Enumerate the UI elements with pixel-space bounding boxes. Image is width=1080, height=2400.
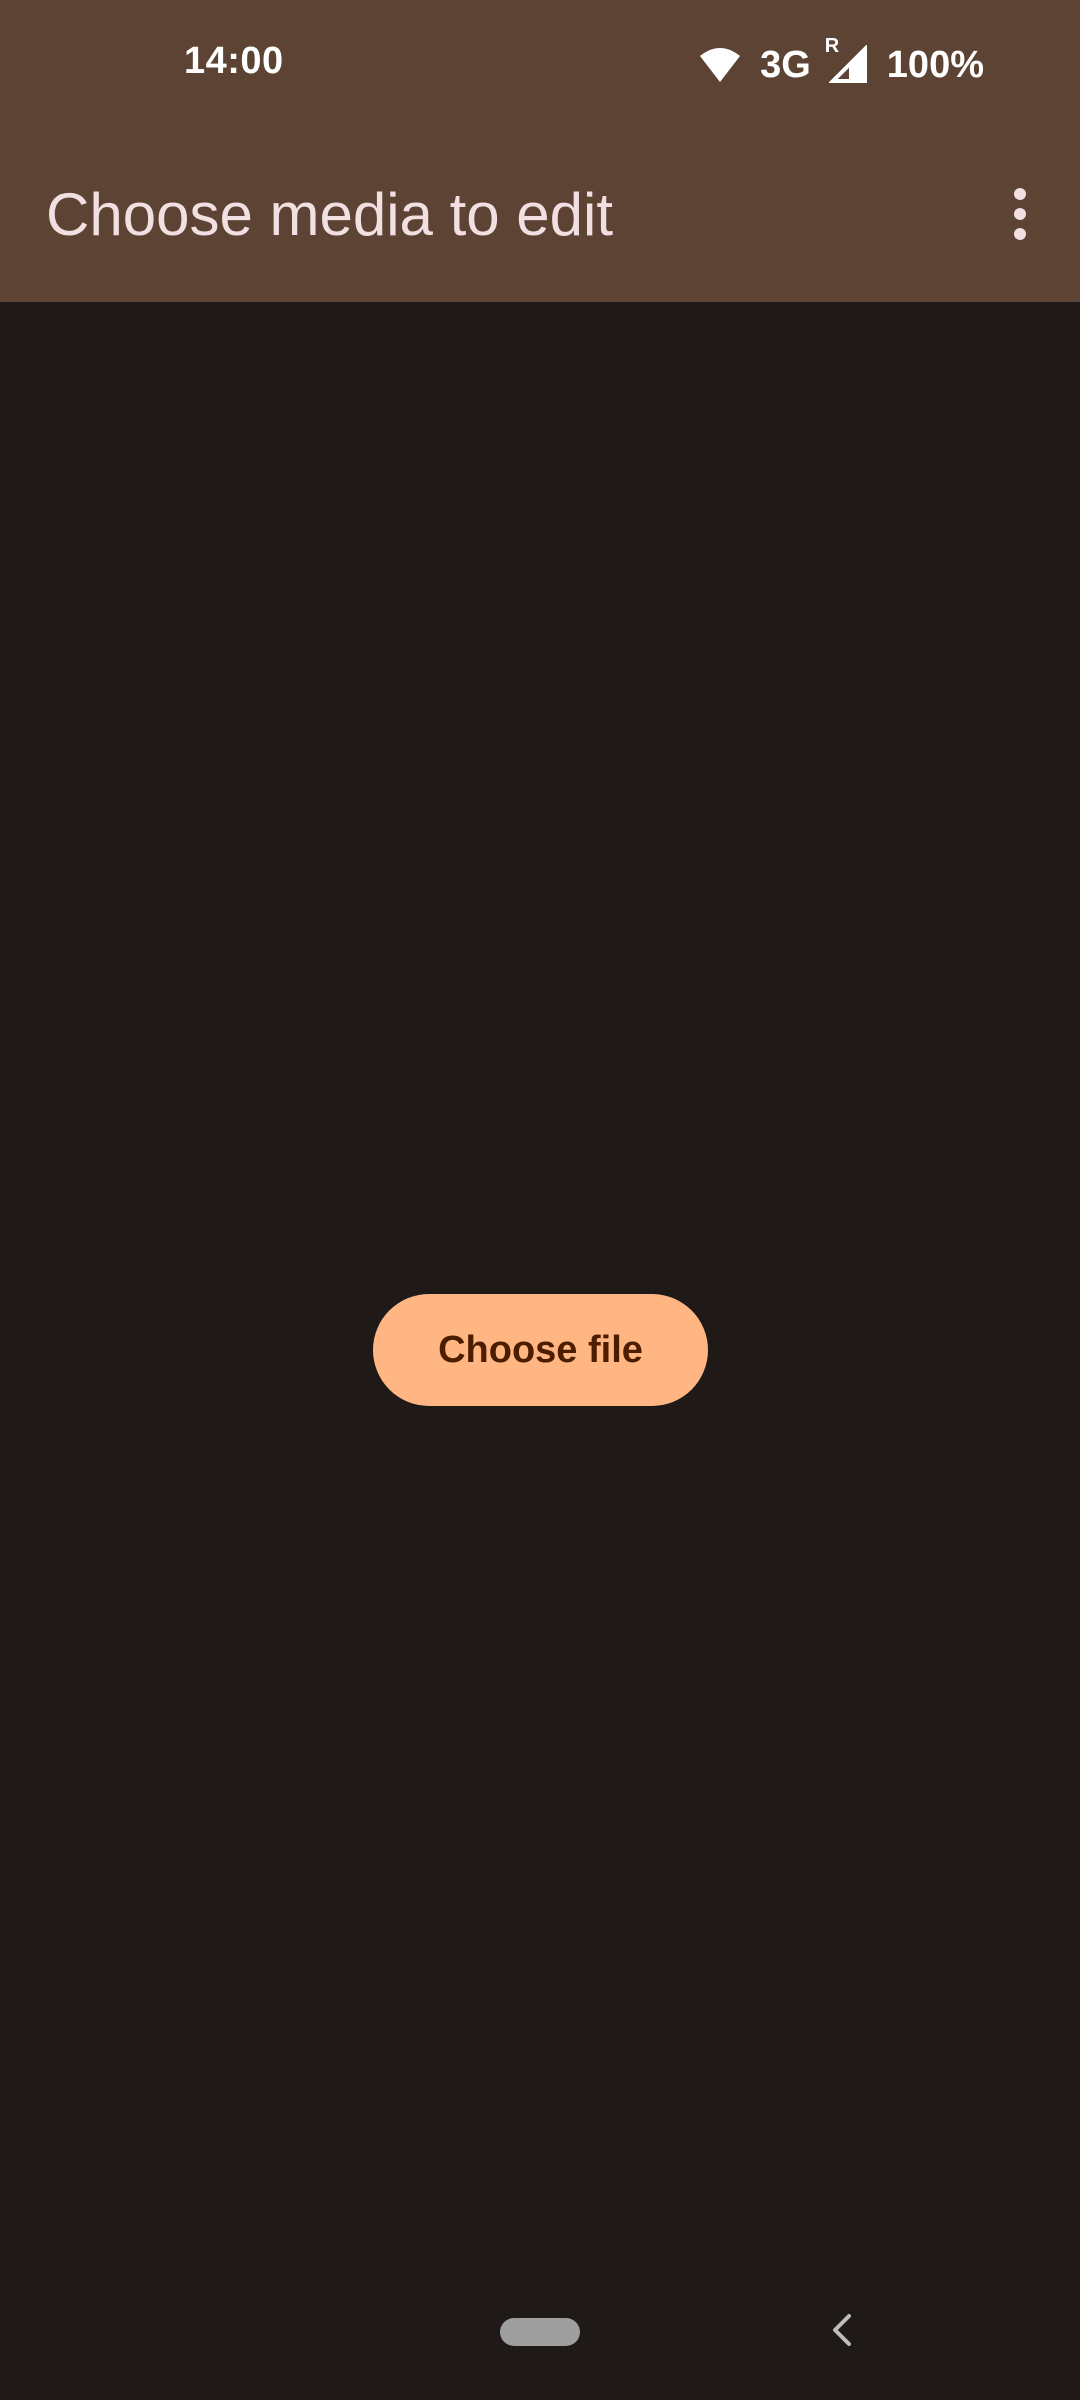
status-bar: 14:00 3G R 100% bbox=[0, 0, 1080, 130]
status-time: 14:00 bbox=[184, 40, 284, 82]
battery-level: 100% bbox=[886, 43, 984, 86]
screen: 14:00 3G R 100% Choose media to edit Cho… bbox=[0, 0, 1080, 2400]
more-vert-icon bbox=[1012, 187, 1028, 245]
more-options-button[interactable] bbox=[960, 130, 1080, 302]
wifi-icon bbox=[698, 46, 742, 84]
back-button[interactable] bbox=[816, 2298, 868, 2366]
app-bar: Choose media to edit bbox=[0, 130, 1080, 302]
page-title: Choose media to edit bbox=[46, 181, 614, 248]
home-handle[interactable] bbox=[500, 2318, 580, 2346]
chevron-left-icon bbox=[830, 2312, 854, 2353]
navigation-bar bbox=[0, 2280, 1080, 2400]
status-indicators: 3G R 100% bbox=[698, 35, 984, 90]
choose-file-button[interactable]: Choose file bbox=[373, 1294, 708, 1406]
network-type: 3G bbox=[760, 43, 811, 86]
signal-icon: R bbox=[825, 35, 869, 85]
